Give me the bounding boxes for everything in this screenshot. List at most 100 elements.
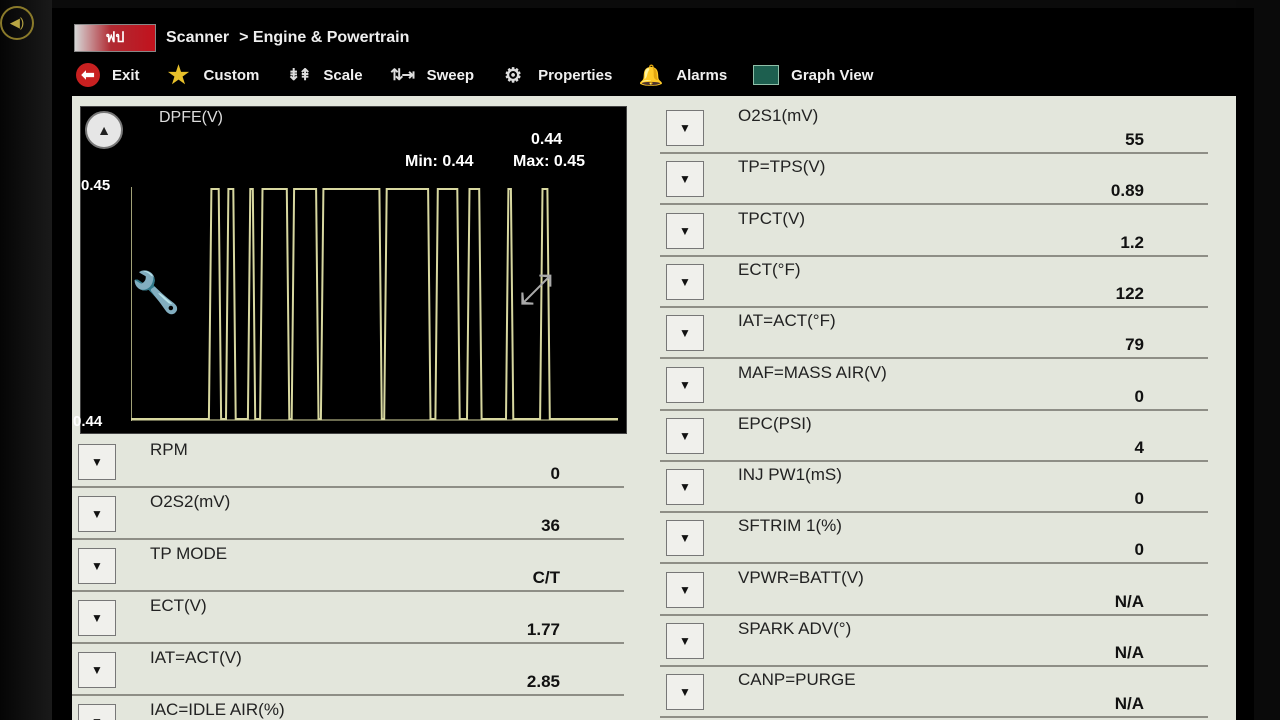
pid-name: IAT=ACT(V) [150, 648, 242, 667]
wrench-icon[interactable]: 🔧 [131, 269, 181, 316]
pid-value: 0 [1134, 386, 1144, 406]
sweep-button[interactable]: ⇅⇥ Sweep [389, 62, 475, 88]
brand-logo: ฟป [74, 24, 156, 52]
expand-row-button[interactable]: ▼ [78, 548, 116, 584]
pid-name: SPARK ADV(°) [738, 619, 852, 638]
expand-row-button[interactable]: ▼ [78, 444, 116, 480]
pid-value: N/A [1114, 694, 1144, 714]
chevron-down-icon: ▼ [91, 611, 103, 625]
pid-row[interactable]: ▼ ECT(V) 1.77 [72, 592, 624, 644]
expand-row-button[interactable]: ▼ [666, 623, 704, 659]
pid-row[interactable]: ▼ MAF=MASS AIR(V) 0 [660, 359, 1208, 411]
chevron-down-icon: ▼ [679, 274, 691, 289]
pid-name: EPC(PSI) [738, 413, 812, 433]
graph-view-button[interactable]: Graph View [753, 65, 873, 85]
chevron-down-icon: ▼ [679, 428, 691, 443]
chevron-down-icon: ▼ [679, 377, 691, 392]
pid-name: SFTRIM 1(%) [738, 516, 842, 536]
custom-button[interactable]: ★ Custom [166, 62, 260, 89]
sweep-icon: ⇅⇥ [390, 67, 415, 84]
pid-row[interactable]: ▼ IAC=IDLE AIR(%) [72, 696, 624, 720]
pid-row[interactable]: ▼ VPWR=BATT(V) N/A [660, 564, 1208, 616]
scale-label: Scale [323, 66, 363, 84]
pid-row[interactable]: ▼ EPC(PSI) 4 [660, 410, 1208, 462]
expand-row-button[interactable]: ▼ [666, 469, 704, 506]
pid-value: N/A [1114, 643, 1144, 662]
pid-name: ECT(°F) [738, 259, 801, 279]
pid-row[interactable]: ▼ INJ PW1(mS) 0 [660, 461, 1208, 514]
expand-row-button[interactable]: ▼ [666, 110, 704, 146]
pid-name: TP=TPS(V) [738, 157, 826, 177]
pid-value: C/T [532, 568, 560, 587]
graph-min-value: Min: 0.44 [405, 153, 474, 170]
pid-value: 0.89 [1110, 181, 1144, 201]
expand-row-button[interactable]: ▼ [78, 704, 116, 720]
pid-row[interactable]: ▼ TPCT(V) 1.2 [660, 205, 1208, 257]
pid-row[interactable]: ▼ RPM 0 [72, 436, 624, 488]
scale-icon: ⇟⇞ [286, 67, 312, 84]
pid-row[interactable]: ▼ IAT=ACT(°F) 79 [660, 307, 1208, 360]
chevron-down-icon: ▼ [91, 663, 103, 677]
collapse-graph-button[interactable]: ▲ [85, 111, 123, 149]
expand-row-button[interactable]: ▼ [78, 496, 116, 532]
pid-value: N/A [1114, 591, 1144, 611]
pid-value: 1.2 [1120, 232, 1144, 252]
dpfe-graph[interactable]: ▲ DPFE(V) 0.44 Min: 0.44 Max: 0.45 0.45 … [73, 106, 627, 434]
pid-name: O2S1(mV) [738, 106, 819, 125]
expand-row-button[interactable]: ▼ [666, 417, 704, 454]
properties-button[interactable]: ⚙ Properties [500, 62, 612, 88]
pid-row[interactable]: ▼ TP=TPS(V) 0.89 [660, 153, 1208, 206]
sweep-label: Sweep [426, 66, 475, 84]
expand-row-button[interactable]: ▼ [666, 161, 704, 198]
pid-name: ECT(V) [150, 596, 207, 615]
pid-row[interactable]: ▼ TP MODE C/T [72, 540, 624, 592]
pid-panel: ▲ DPFE(V) 0.44 Min: 0.44 Max: 0.45 0.45 … [72, 96, 1236, 720]
pid-row[interactable]: ▼ CANP=PURGE N/A [660, 666, 1208, 719]
pid-name: TP MODE [150, 544, 228, 563]
breadcrumb-root[interactable]: Scanner [166, 29, 229, 47]
graph-y-max-label: 0.45 [81, 177, 111, 194]
expand-row-button[interactable]: ▼ [78, 652, 116, 688]
toolbar: ⬅ Exit ★ Custom ⇟⇞ Scale ⇅⇥ Sweep ⚙ Prop… [76, 58, 899, 92]
gear-icon: ⚙ [504, 64, 523, 87]
breadcrumb: ฟป Scanner > Engine & Powertrain [74, 18, 409, 58]
expand-row-button[interactable]: ▼ [666, 263, 704, 300]
pid-row[interactable]: ▼ O2S1(mV) 55 [660, 102, 1208, 154]
chevron-down-icon: ▼ [679, 531, 691, 546]
chevron-down-icon: ▼ [91, 715, 103, 720]
expand-row-button[interactable]: ▼ [666, 674, 704, 711]
expand-row-button[interactable]: ▼ [666, 315, 704, 352]
pid-value: 55 [1125, 130, 1144, 149]
expand-row-button[interactable]: ▼ [78, 600, 116, 636]
pid-row[interactable]: ▼ IAT=ACT(V) 2.85 [72, 644, 624, 696]
pid-row[interactable]: ▼ SFTRIM 1(%) 0 [660, 512, 1208, 565]
chevron-down-icon: ▼ [679, 582, 691, 597]
pid-row[interactable]: ▼ ECT(°F) 122 [660, 256, 1208, 308]
pid-name: IAT=ACT(°F) [738, 311, 836, 331]
pid-value: 2.85 [526, 672, 560, 691]
graph-view-label: Graph View [791, 66, 874, 84]
graph-current-value: 0.44 [531, 131, 563, 148]
pid-value: 36 [541, 516, 560, 535]
chevron-down-icon: ▼ [91, 559, 103, 573]
exit-label: Exit [112, 66, 140, 84]
expand-row-button[interactable]: ▼ [666, 571, 704, 608]
expand-icon[interactable]: ⤢ [519, 265, 553, 314]
chevron-down-icon: ▼ [91, 507, 103, 521]
graph-view-icon [753, 65, 780, 85]
scale-button[interactable]: ⇟⇞ Scale [285, 62, 363, 88]
chevron-down-icon: ▼ [679, 326, 691, 341]
volume-icon[interactable]: ◀) [0, 6, 34, 40]
pid-row[interactable]: ▼ O2S2(mV) 36 [72, 488, 624, 540]
pid-row[interactable]: ▼ SPARK ADV(°) N/A [660, 615, 1208, 667]
expand-row-button[interactable]: ▼ [666, 366, 704, 403]
alarms-label: Alarms [676, 66, 728, 84]
chevron-down-icon: ▼ [679, 223, 691, 238]
device-bezel-left: ◀) [0, 0, 52, 720]
alarms-button[interactable]: 🔔 Alarms [638, 62, 727, 88]
pid-value: 79 [1125, 335, 1144, 355]
exit-button[interactable]: ⬅ Exit [76, 63, 140, 87]
expand-row-button[interactable]: ▼ [666, 212, 704, 249]
expand-row-button[interactable]: ▼ [666, 520, 704, 557]
pid-value: 1.77 [526, 620, 560, 639]
